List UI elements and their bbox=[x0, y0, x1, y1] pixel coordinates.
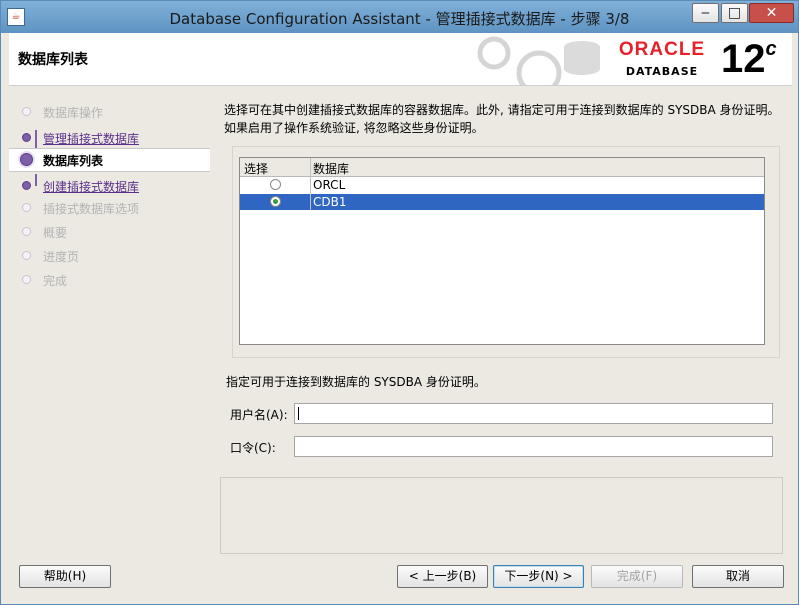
steps-sidebar: 数据库操作 管理插接式数据库 数据库列表 创建插接式数据库 插接式数据库选项 概… bbox=[9, 86, 210, 561]
window-title: Database Configuration Assistant - 管理插接式… bbox=[169, 10, 630, 28]
username-label: 用户名(A): bbox=[230, 408, 288, 422]
version-logo: 12c bbox=[721, 37, 777, 81]
step-current-icon bbox=[20, 153, 33, 166]
step-label: 完成 bbox=[43, 274, 68, 288]
password-label: 口令(C): bbox=[230, 441, 276, 455]
step-dot-icon bbox=[22, 181, 31, 190]
minimize-button[interactable]: ‒ bbox=[692, 3, 719, 23]
step-progress: 进度页 bbox=[9, 245, 210, 267]
table-header: 选择 数据库 bbox=[240, 158, 764, 177]
step-create-pdb[interactable]: 创建插接式数据库 bbox=[9, 175, 210, 197]
step-dot-icon bbox=[22, 275, 31, 284]
select-radio[interactable] bbox=[270, 196, 281, 207]
step-dot-icon bbox=[22, 107, 31, 116]
database-name: CDB1 bbox=[313, 195, 347, 209]
step-label[interactable]: 管理插接式数据库 bbox=[43, 130, 139, 147]
credentials-hint: 指定可用于连接到数据库的 SYSDBA 身份证明。 bbox=[226, 375, 486, 389]
step-pdb-options: 插接式数据库选项 bbox=[9, 197, 210, 219]
select-radio[interactable] bbox=[270, 179, 281, 190]
page-title: 数据库列表 bbox=[18, 52, 88, 68]
step-label[interactable]: 创建插接式数据库 bbox=[43, 178, 139, 195]
description: 选择可在其中创建插接式数据库的容器数据库。此外, 请指定可用于连接到数据库的 S… bbox=[224, 103, 780, 135]
back-button[interactable]: < 上一步(B) bbox=[397, 565, 488, 588]
dbca-window: ☕ Database Configuration Assistant - 管理插… bbox=[0, 0, 799, 605]
step-summary: 概要 bbox=[9, 221, 210, 243]
username-field[interactable] bbox=[294, 403, 773, 424]
oracle-logo: ORACLE DATABASE bbox=[618, 39, 706, 78]
gears-decoration-icon bbox=[477, 36, 600, 85]
column-header-database[interactable]: 数据库 bbox=[313, 160, 349, 177]
close-button[interactable]: ✕ bbox=[749, 3, 794, 23]
step-dot-icon bbox=[22, 227, 31, 236]
button-bar: 帮助(H) < 上一步(B) 下一步(N) > 完成(F) 取消 bbox=[9, 561, 792, 601]
column-header-select[interactable]: 选择 bbox=[244, 160, 268, 177]
step-finish: 完成 bbox=[9, 269, 210, 291]
table-row[interactable]: CDB1 bbox=[240, 194, 764, 210]
finish-button[interactable]: 完成(F) bbox=[591, 565, 683, 588]
step-label: 插接式数据库选项 bbox=[43, 202, 140, 216]
step-label: 进度页 bbox=[43, 250, 80, 264]
step-dot-icon bbox=[22, 251, 31, 260]
step-label: 数据库列表 bbox=[43, 154, 104, 168]
step-database-list: 数据库列表 bbox=[9, 148, 210, 172]
next-button[interactable]: 下一步(N) > bbox=[493, 565, 584, 588]
password-field[interactable] bbox=[294, 436, 773, 457]
maximize-button[interactable]: □ bbox=[721, 3, 748, 23]
step-dot-icon bbox=[22, 133, 31, 142]
message-area bbox=[220, 477, 783, 554]
step-label: 数据库操作 bbox=[43, 106, 104, 120]
column-divider bbox=[310, 158, 311, 210]
step-database-operation: 数据库操作 bbox=[9, 101, 210, 123]
step-manage-pdb[interactable]: 管理插接式数据库 bbox=[9, 127, 210, 149]
header-band: 数据库列表 ORACLE DATABASE 12c bbox=[9, 33, 792, 86]
step-dot-icon bbox=[22, 203, 31, 212]
step-label: 概要 bbox=[43, 226, 68, 240]
help-button[interactable]: 帮助(H) bbox=[19, 565, 111, 588]
table-row[interactable]: ORCL bbox=[240, 177, 764, 193]
text-caret bbox=[298, 407, 299, 420]
title-bar[interactable]: ☕ Database Configuration Assistant - 管理插… bbox=[1, 1, 798, 33]
database-table[interactable]: 选择 数据库 ORCL CDB1 bbox=[239, 157, 765, 345]
database-name: ORCL bbox=[313, 178, 346, 192]
cancel-button[interactable]: 取消 bbox=[692, 565, 784, 588]
